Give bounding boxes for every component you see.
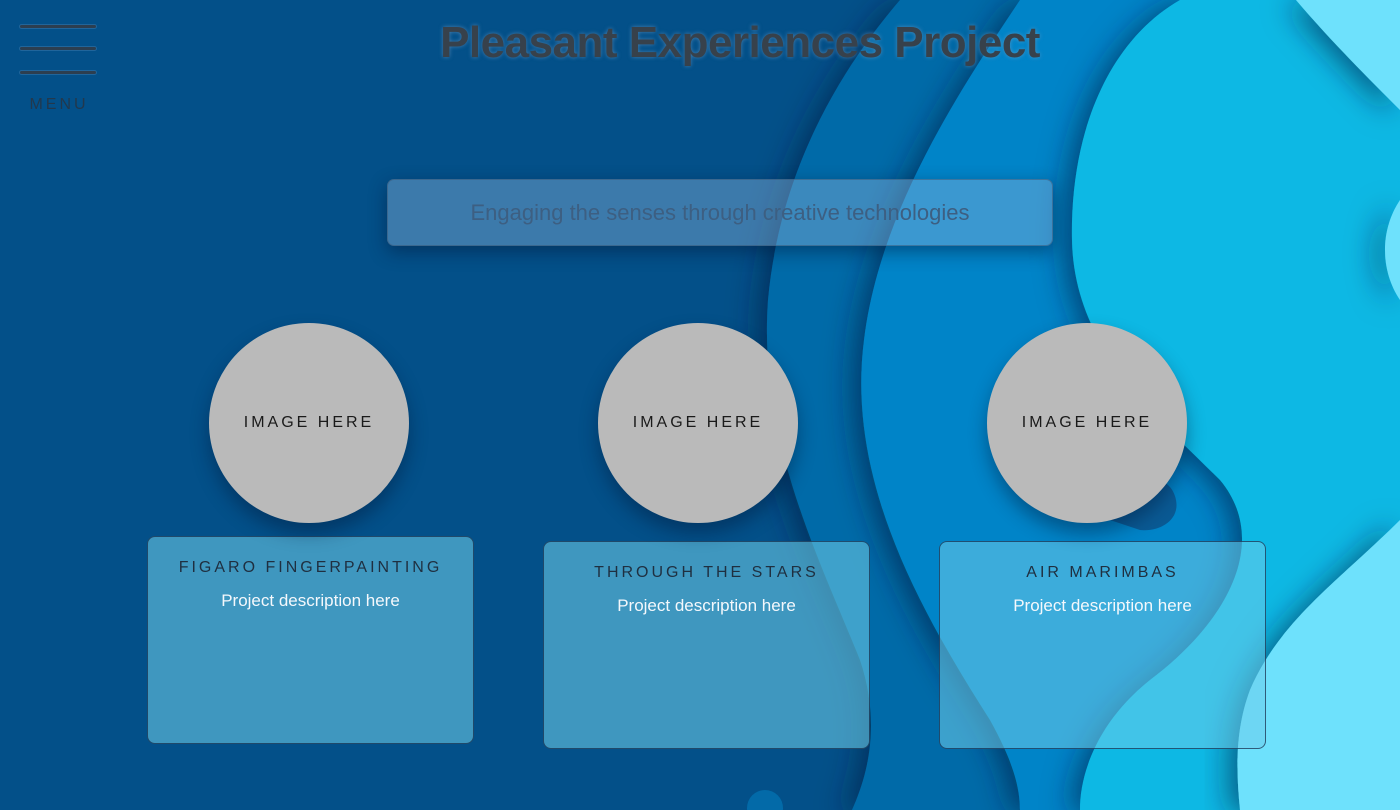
project-image-placeholder[interactable]: IMAGE HERE <box>209 323 409 523</box>
hamburger-menu-icon-line-2 <box>20 47 96 50</box>
project-image-placeholder[interactable]: IMAGE HERE <box>987 323 1187 523</box>
hamburger-menu-icon-line-1 <box>20 25 96 28</box>
project-name: FIGARO FINGERPAINTING <box>178 559 443 576</box>
project-image-placeholder[interactable]: IMAGE HERE <box>598 323 798 523</box>
menu-label: MENU <box>29 96 89 113</box>
tagline-text: Engaging the senses through creative tec… <box>470 199 970 225</box>
project-info-panel: FIGARO FINGERPAINTING Project descriptio… <box>147 536 474 744</box>
project-name: AIR MARIMBAS <box>1026 564 1179 581</box>
project-info-panel: THROUGH THE STARS Project description he… <box>543 541 870 749</box>
page-title: Pleasant Experiences Project <box>440 18 1040 67</box>
project-name: THROUGH THE STARS <box>594 564 819 581</box>
image-placeholder-text: IMAGE HERE <box>243 414 375 431</box>
project-info-panel: AIR MARIMBAS Project description here <box>939 541 1266 749</box>
project-description: Project description here <box>1013 596 1192 615</box>
menu-button[interactable]: MENU <box>18 22 100 122</box>
image-placeholder-text: IMAGE HERE <box>632 414 764 431</box>
tagline-banner: Engaging the senses through creative tec… <box>387 179 1053 246</box>
project-description: Project description here <box>221 591 400 610</box>
hamburger-menu-icon-line-3 <box>20 71 96 74</box>
project-description: Project description here <box>617 596 796 615</box>
image-placeholder-text: IMAGE HERE <box>1021 414 1153 431</box>
